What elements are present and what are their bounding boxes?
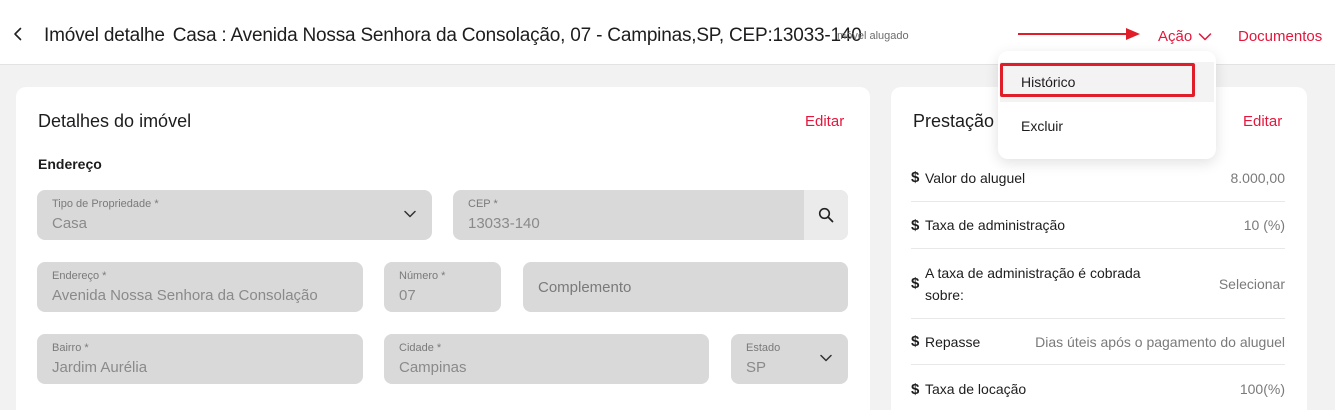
services-title: Prestação <box>913 111 995 131</box>
back-arrow-icon[interactable] <box>10 26 26 42</box>
services-edit-button[interactable]: Editar <box>1243 113 1282 130</box>
service-row-label: A taxa de administração é cobrada sobre: <box>925 264 1141 303</box>
address-field[interactable]: Endereço * Avenida Nossa Senhora da Cons… <box>37 262 363 312</box>
address-heading: Endereço <box>38 156 102 172</box>
action-label: Ação <box>1158 28 1193 45</box>
dollar-icon: $ <box>911 275 920 292</box>
service-row-value: 100(%) <box>1239 381 1285 397</box>
service-row-value: Dias úteis após o pagamento do aluguel <box>1035 333 1285 350</box>
chevron-down-icon <box>820 354 832 362</box>
address-value: Avenida Nossa Senhora da Consolação <box>52 287 318 304</box>
complement-field[interactable]: Complemento <box>523 262 848 312</box>
city-field[interactable]: Cidade * Campinas <box>384 334 709 384</box>
cep-field[interactable]: CEP * 13033-140 <box>453 190 848 240</box>
service-row-value: 8.000,00 <box>1230 169 1286 186</box>
service-row-label: Repasse <box>925 333 981 350</box>
property-details-card: Detalhes do imóvel Editar Endereço Tipo … <box>16 87 870 410</box>
page-title: Imóvel detalhe Casa : Avenida Nossa Senho… <box>44 25 862 47</box>
service-row-fee-basis[interactable]: $ A taxa de administração é cobrada sobr… <box>911 249 1285 319</box>
menu-item-delete[interactable]: Excluir <box>1000 106 1214 146</box>
documents-link[interactable]: Documentos <box>1238 28 1322 45</box>
dollar-icon: $ <box>911 333 920 350</box>
state-label: Estado <box>746 342 781 354</box>
complement-placeholder: Complemento <box>538 279 632 296</box>
number-label: Número * <box>399 270 446 282</box>
number-field[interactable]: Número * 07 <box>384 262 501 312</box>
dollar-icon: $ <box>911 169 920 186</box>
neighborhood-value: Jardim Aurélia <box>52 359 148 376</box>
service-row-value: 10 (%) <box>1243 217 1285 233</box>
page-title-label: Imóvel detalhe <box>44 25 165 46</box>
property-type-select[interactable]: Tipo de Propriedade * Casa <box>37 190 432 240</box>
cep-search-button[interactable] <box>804 190 848 240</box>
service-row-transfer: $ Repasse Dias úteis após o pagamento do… <box>911 319 1285 365</box>
property-title: Casa : Avenida Nossa Senhora da Consolaç… <box>172 25 862 46</box>
service-row-label: Taxa de administração <box>925 217 1066 233</box>
neighborhood-field[interactable]: Bairro * Jardim Aurélia <box>37 334 363 384</box>
dollar-icon: $ <box>911 216 920 234</box>
city-label: Cidade * <box>399 342 442 354</box>
property-type-label: Tipo de Propriedade * <box>52 198 159 210</box>
search-icon <box>818 207 834 223</box>
annotation-arrow-icon <box>1018 28 1140 40</box>
cep-label: CEP * <box>468 198 498 210</box>
service-row-label: Valor do aluguel <box>925 169 1026 186</box>
property-type-value: Casa <box>52 215 88 232</box>
service-row-rent: $ Valor do aluguel 8.000,00 <box>911 154 1285 202</box>
menu-item-history[interactable]: Histórico <box>1000 62 1214 102</box>
status-badge: Imóvel alugado <box>834 30 909 42</box>
cep-value: 13033-140 <box>468 215 540 232</box>
state-value: SP <box>746 359 767 376</box>
service-row-label: Taxa de locação <box>925 381 1027 397</box>
neighborhood-label: Bairro * <box>52 342 89 354</box>
city-value: Campinas <box>399 359 467 376</box>
action-dropdown-menu: Histórico Excluir <box>998 51 1216 159</box>
state-select[interactable]: Estado SP <box>731 334 848 384</box>
details-title: Detalhes do imóvel <box>38 111 192 131</box>
details-edit-button[interactable]: Editar <box>805 113 844 130</box>
service-row-lease-fee: $ Taxa de locação 100(%) <box>911 365 1285 410</box>
chevron-down-icon <box>1198 32 1212 40</box>
dollar-icon: $ <box>911 380 920 398</box>
service-row-admin-fee: $ Taxa de administração 10 (%) <box>911 202 1285 249</box>
fee-basis-select[interactable]: Selecionar <box>1219 276 1285 292</box>
address-label: Endereço * <box>52 270 107 282</box>
action-dropdown-button[interactable]: Ação <box>1158 28 1212 45</box>
chevron-down-icon <box>404 210 416 218</box>
number-value: 07 <box>399 287 416 304</box>
